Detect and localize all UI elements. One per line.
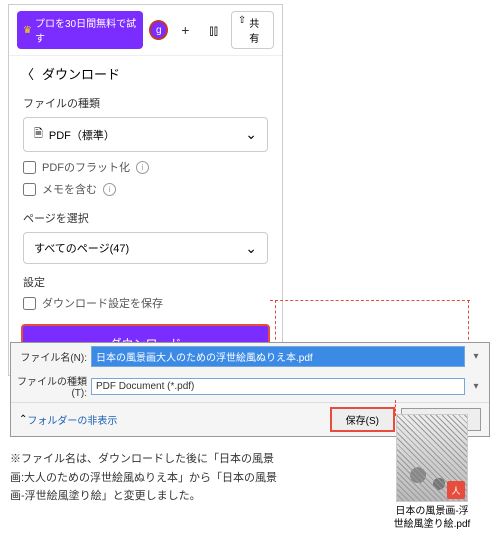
- topbar: ♛プロを30日間無料で試す g + ⫾⫾ ⇧共有: [9, 5, 282, 56]
- filename-input[interactable]: 日本の風景画大人のための浮世絵風ぬりえ本.pdf: [91, 346, 465, 367]
- info-icon[interactable]: i: [103, 183, 116, 196]
- share-label: 共有: [249, 15, 267, 45]
- pagesel-label: ページを選択: [9, 206, 282, 228]
- filetype-dropdown-icon[interactable]: ▾: [469, 381, 483, 392]
- footnote: ※ファイル名は、ダウンロードした後に「日本の風景画:大人のための浮世絵風ぬりえ本…: [10, 450, 280, 506]
- back-icon[interactable]: 〈: [21, 64, 34, 83]
- doc-icon: 🗎: [34, 125, 43, 144]
- thumbnail-image: 人: [396, 414, 468, 502]
- memo-input[interactable]: [23, 183, 36, 196]
- savesettings-checkbox[interactable]: ダウンロード設定を保存: [9, 292, 282, 314]
- memo-checkbox[interactable]: メモを含む i: [9, 178, 282, 200]
- file-thumbnail[interactable]: 人 日本の風景画-浮世絵風塗り絵.pdf: [392, 414, 472, 531]
- share-button[interactable]: ⇧共有: [231, 11, 274, 49]
- panel-title: ダウンロード: [42, 64, 120, 83]
- savesettings-label: ダウンロード設定を保存: [42, 295, 163, 311]
- pdf-icon: 人: [447, 481, 465, 499]
- filetype-dialog-label: ファイルの種類(T):: [17, 373, 87, 399]
- thumbnail-name: 日本の風景画-浮世絵風塗り絵.pdf: [392, 505, 472, 531]
- filename-label: ファイル名(N):: [17, 349, 87, 364]
- flatten-label: PDFのフラット化: [42, 159, 130, 175]
- page-select[interactable]: すべてのページ(47): [23, 232, 268, 264]
- share-icon: ⇧: [238, 15, 246, 45]
- filetype-select[interactable]: 🗎 PDF（標準）: [23, 117, 268, 152]
- connector-line: [270, 300, 470, 301]
- info-icon[interactable]: i: [136, 161, 149, 174]
- flatten-input[interactable]: [23, 161, 36, 174]
- memo-label: メモを含む: [42, 181, 97, 197]
- filetype-value: PDF（標準）: [49, 127, 115, 143]
- flatten-checkbox[interactable]: PDFのフラット化 i: [9, 156, 282, 178]
- save-button[interactable]: 保存(S): [330, 407, 395, 432]
- chart-icon[interactable]: ⫾⫾: [203, 18, 225, 42]
- folder-toggle[interactable]: フォルダーの非表示: [27, 412, 117, 427]
- badge-button[interactable]: g: [149, 20, 168, 40]
- savesettings-input[interactable]: [23, 297, 36, 310]
- filetype-dialog-select[interactable]: PDF Document (*.pdf): [91, 378, 465, 395]
- try-pro-button[interactable]: ♛プロを30日間無料で試す: [17, 11, 143, 49]
- filetype-label: ファイルの種類: [9, 91, 282, 113]
- crown-icon: ♛: [23, 25, 32, 36]
- pro-label: プロを30日間無料で試す: [35, 15, 137, 45]
- chevron-icon[interactable]: ⌃: [19, 414, 27, 425]
- connector-line: [468, 300, 469, 345]
- plus-icon[interactable]: +: [174, 18, 196, 42]
- download-panel: ♛プロを30日間無料で試す g + ⫾⫾ ⇧共有 〈 ダウンロード ファイルの種…: [8, 4, 283, 376]
- panel-header: 〈 ダウンロード: [9, 56, 282, 91]
- settings-label: 設定: [9, 270, 282, 292]
- filename-dropdown-icon[interactable]: ▾: [469, 351, 483, 362]
- pagesel-value: すべてのページ(47): [34, 240, 129, 256]
